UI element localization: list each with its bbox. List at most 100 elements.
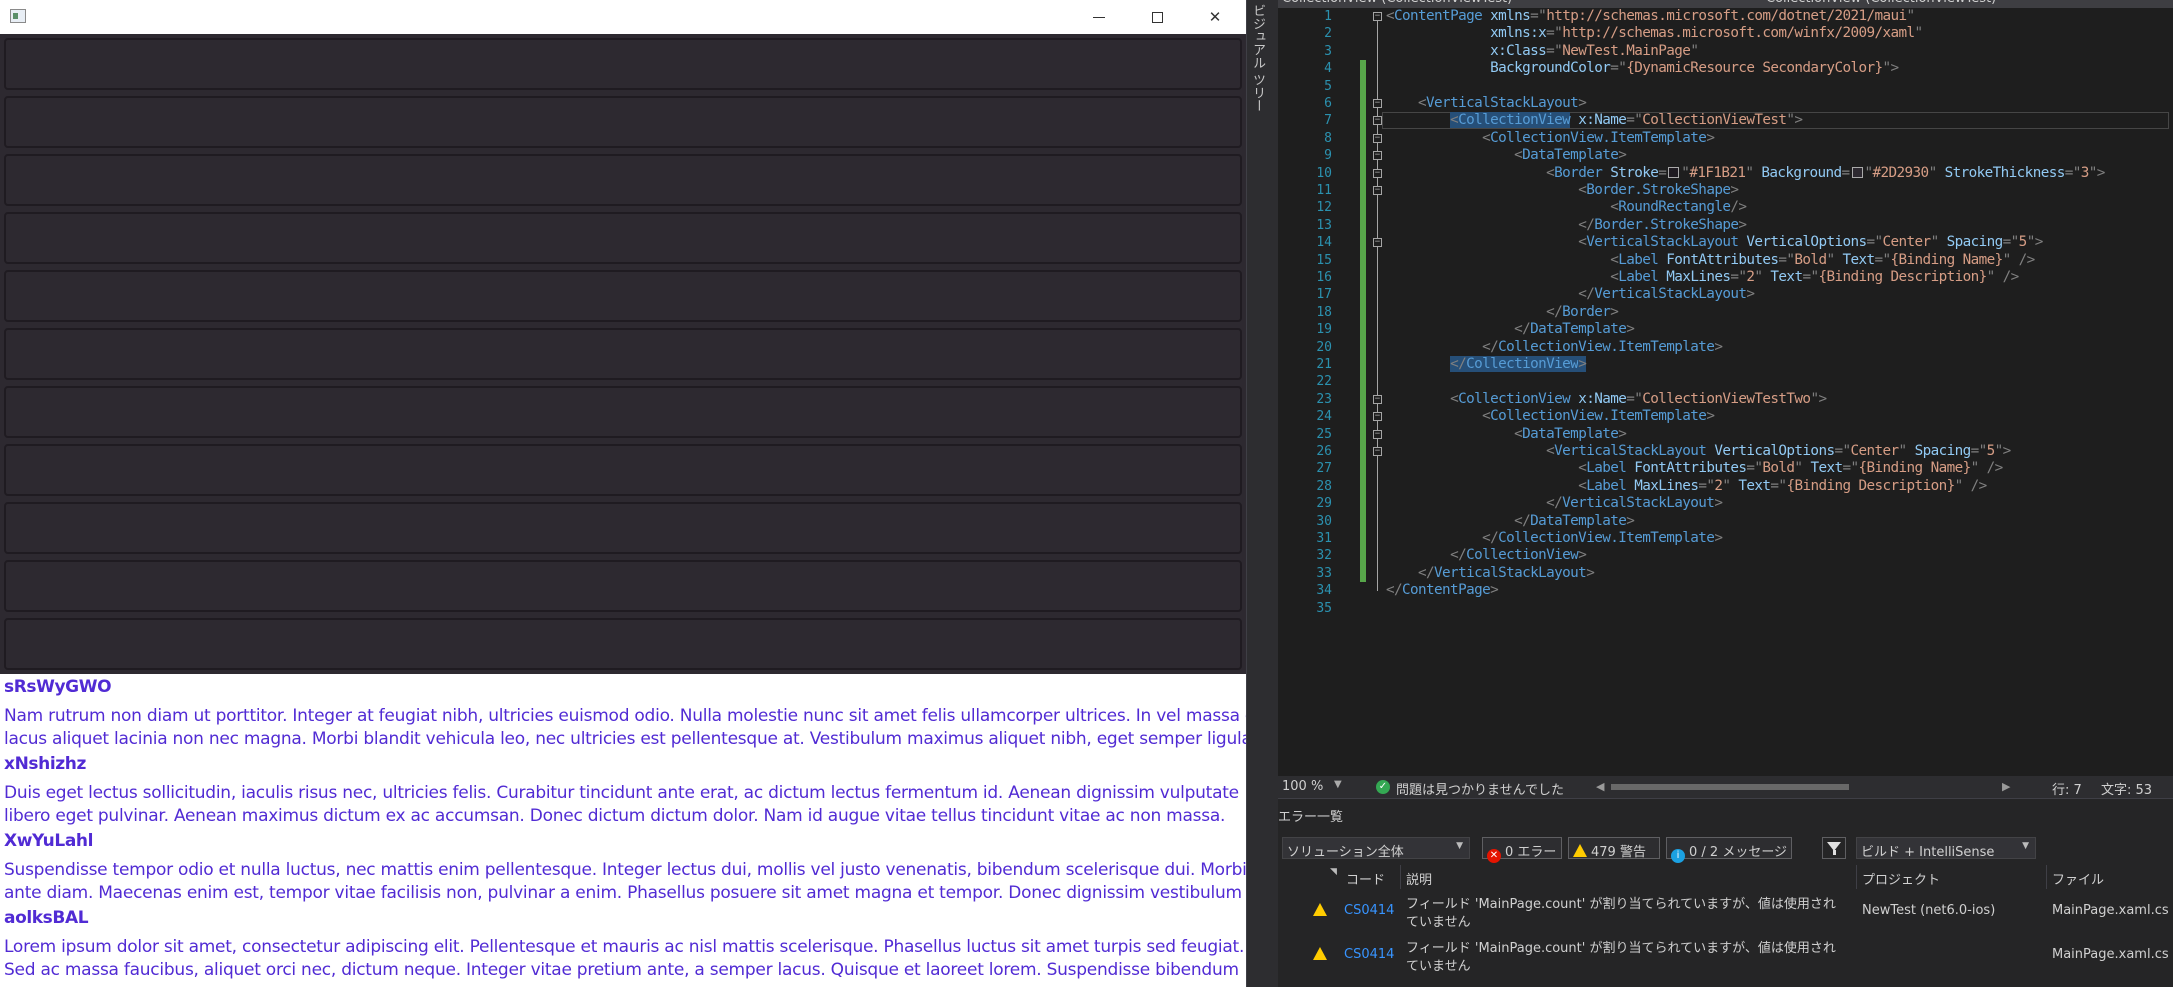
build-intellisense-dropdown[interactable]: ビルド + IntelliSense ▼ bbox=[1856, 837, 2036, 860]
code-line[interactable]: 13 </Border.StrokeShape> bbox=[1278, 217, 2173, 234]
collapse-icon[interactable]: − bbox=[1373, 447, 1382, 456]
maximize-button[interactable] bbox=[1128, 0, 1186, 34]
code-line[interactable]: 6 − <VerticalStackLayout> bbox=[1278, 95, 2173, 112]
error-code-link[interactable]: CS0414 bbox=[1344, 903, 1394, 918]
code-line[interactable]: 2 xmlns:x="http://schemas.microsoft.com/… bbox=[1278, 25, 2173, 42]
code-line[interactable]: 4 BackgroundColor="{DynamicResource Seco… bbox=[1278, 60, 2173, 77]
table-row[interactable]: CS0414 フィールド 'MainPage.count' が割り当てられていま… bbox=[1278, 895, 2173, 939]
collection-item-card[interactable] bbox=[4, 502, 1242, 554]
color-swatch-icon[interactable] bbox=[1668, 167, 1680, 179]
minimize-button[interactable] bbox=[1070, 0, 1128, 34]
item-name-label: xNshizhz bbox=[4, 754, 86, 774]
collection-item-card[interactable] bbox=[4, 212, 1242, 264]
collapse-icon[interactable]: − bbox=[1373, 151, 1382, 161]
collapse-icon[interactable]: − bbox=[1373, 394, 1382, 404]
collection-item-card[interactable] bbox=[4, 444, 1242, 496]
code-line[interactable]: 1 − <ContentPage xmlns="http://schemas.mic… bbox=[1278, 8, 2173, 25]
code-line[interactable]: 3 x:Class="NewTest.MainPage" bbox=[1278, 43, 2173, 60]
collapse-icon[interactable]: − bbox=[1373, 116, 1382, 126]
code-line[interactable]: 28 <Label MaxLines="2" Text="{Binding De… bbox=[1278, 478, 2173, 495]
error-description: フィールド 'MainPage.count' が割り当てられていますが、値は使用… bbox=[1406, 897, 1836, 930]
collapse-icon[interactable]: − bbox=[1373, 168, 1382, 178]
xaml-code-editor[interactable]: 1− <ContentPage xmlns="http://schemas.mic… bbox=[1278, 8, 2173, 776]
collection-view-test[interactable] bbox=[0, 34, 1246, 674]
column-file[interactable]: ファイル bbox=[2052, 869, 2104, 888]
code-line[interactable]: 20 </CollectionView.ItemTemplate> bbox=[1278, 339, 2173, 356]
code-line[interactable]: 32 </CollectionView> bbox=[1278, 547, 2173, 564]
code-line[interactable]: 12 <RoundRectangle/> bbox=[1278, 199, 2173, 216]
code-line[interactable]: 11 − <Border.StrokeShape> bbox=[1278, 182, 2173, 199]
zoom-dropdown-icon[interactable]: ▼ bbox=[1334, 779, 1342, 790]
collection-item-card[interactable] bbox=[4, 270, 1242, 322]
list-item[interactable]: XwYuLahl Suspendisse tempor odio et nulla… bbox=[0, 830, 1246, 905]
code-line[interactable]: 31 </CollectionView.ItemTemplate> bbox=[1278, 530, 2173, 547]
sort-icon[interactable]: ◥ bbox=[1330, 867, 1337, 877]
code-line[interactable]: 34 </ContentPage> bbox=[1278, 582, 2173, 599]
code-line[interactable]: 19 </DataTemplate> bbox=[1278, 321, 2173, 338]
column-divider[interactable] bbox=[1856, 865, 1857, 889]
collapse-icon[interactable]: − bbox=[1373, 186, 1382, 195]
code-line[interactable]: 25 − <DataTemplate> bbox=[1278, 426, 2173, 443]
column-divider[interactable] bbox=[2046, 865, 2047, 889]
code-line[interactable]: 17 </VerticalStackLayout> bbox=[1278, 286, 2173, 303]
code-line[interactable]: 7 − <CollectionView x:Name="CollectionVie… bbox=[1278, 112, 2173, 130]
tab-collectionview-1[interactable]: CollectionView (CollectionViewTest) bbox=[1278, 0, 1762, 8]
scroll-right-icon[interactable]: ▶ bbox=[2002, 780, 2010, 793]
code-line[interactable]: 16 <Label MaxLines="2" Text="{Binding De… bbox=[1278, 269, 2173, 286]
zoom-level[interactable]: 100 % bbox=[1282, 779, 1323, 794]
collapse-icon[interactable]: − bbox=[1373, 133, 1382, 143]
collapse-icon[interactable]: − bbox=[1373, 412, 1382, 422]
code-line[interactable]: 22 bbox=[1278, 373, 2173, 390]
collection-item-card[interactable] bbox=[4, 96, 1242, 148]
code-line[interactable]: 8 − <CollectionView.ItemTemplate> bbox=[1278, 130, 2173, 147]
collection-item-card[interactable] bbox=[4, 618, 1242, 670]
collapse-icon[interactable]: − bbox=[1373, 12, 1382, 21]
code-line[interactable]: 14 − <VerticalStackLayout VerticalOptions… bbox=[1278, 234, 2173, 251]
code-line[interactable]: 30 </DataTemplate> bbox=[1278, 513, 2173, 530]
scope-dropdown[interactable]: ソリューション全体 ▼ bbox=[1282, 837, 1470, 860]
collection-item-card[interactable] bbox=[4, 560, 1242, 612]
collection-item-card[interactable] bbox=[4, 386, 1242, 438]
color-swatch-icon[interactable] bbox=[1851, 167, 1863, 179]
collection-view-test-two[interactable]: sRsWyGWO Nam rutrum non diam ut porttitor… bbox=[0, 674, 1246, 987]
column-divider[interactable] bbox=[1400, 865, 1401, 889]
collection-item-card[interactable] bbox=[4, 154, 1242, 206]
list-item[interactable]: aolksBAL Lorem ipsum dolor sit amet, cons… bbox=[0, 907, 1246, 982]
filter-icon[interactable] bbox=[1822, 837, 1846, 859]
collapse-icon[interactable]: − bbox=[1373, 238, 1382, 248]
code-line[interactable]: 35 bbox=[1278, 600, 2173, 617]
code-line[interactable]: 18 </Border> bbox=[1278, 304, 2173, 321]
issues-status[interactable]: 問題は見つかりませんでした bbox=[1396, 779, 1564, 798]
column-description[interactable]: 説明 bbox=[1406, 869, 1432, 888]
collection-item-card[interactable] bbox=[4, 328, 1242, 380]
error-code-link[interactable]: CS0414 bbox=[1344, 947, 1394, 962]
code-line[interactable]: 5 bbox=[1278, 78, 2173, 95]
list-item[interactable]: xNshizhz Duis eget lectus sollicitudin, i… bbox=[0, 753, 1246, 828]
list-item[interactable]: sRsWyGWO Nam rutrum non diam ut porttitor… bbox=[0, 676, 1246, 751]
code-line[interactable]: 9 − <DataTemplate> bbox=[1278, 147, 2173, 164]
scroll-left-icon[interactable]: ◀ bbox=[1596, 780, 1604, 793]
horizontal-scrollbar[interactable] bbox=[1611, 784, 1849, 790]
code-line[interactable]: 29 </VerticalStackLayout> bbox=[1278, 495, 2173, 512]
code-line[interactable]: 26 − <VerticalStackLayout VerticalOptions… bbox=[1278, 443, 2173, 460]
visual-tree-side-tab[interactable]: ビジュアル ツリー bbox=[1246, 0, 1272, 987]
tab-collectionview-2[interactable]: CollectionView (CollectionViewTest) bbox=[1762, 0, 2173, 8]
close-button[interactable]: ✕ bbox=[1186, 0, 1244, 34]
code-line[interactable]: 15 <Label FontAttributes="Bold" Text="{B… bbox=[1278, 252, 2173, 269]
code-text: <Label FontAttributes="Bold" Text="{Bind… bbox=[1610, 251, 2035, 268]
code-line[interactable]: 23 − <CollectionView x:Name="CollectionVi… bbox=[1278, 391, 2173, 408]
code-line[interactable]: 27 <Label FontAttributes="Bold" Text="{B… bbox=[1278, 460, 2173, 477]
warnings-filter-button[interactable]: 479 警告 bbox=[1568, 837, 1660, 860]
collapse-icon[interactable]: − bbox=[1373, 99, 1382, 108]
code-line[interactable]: 24 − <CollectionView.ItemTemplate> bbox=[1278, 408, 2173, 425]
code-line[interactable]: 10 − <Border Stroke= "#1F1B21" Background=… bbox=[1278, 165, 2173, 182]
collapse-icon[interactable]: − bbox=[1373, 429, 1382, 439]
errors-filter-button[interactable]: ✕ 0 エラー bbox=[1482, 837, 1562, 863]
table-row[interactable]: CS0414 フィールド 'MainPage.count' が割り当てられていま… bbox=[1278, 939, 2173, 983]
code-line[interactable]: 33 </VerticalStackLayout> bbox=[1278, 565, 2173, 582]
code-line[interactable]: 21 </CollectionView> bbox=[1278, 356, 2173, 373]
column-code[interactable]: コード bbox=[1346, 869, 1385, 888]
column-project[interactable]: プロジェクト bbox=[1862, 869, 1940, 888]
collection-item-card[interactable] bbox=[4, 38, 1242, 90]
messages-filter-button[interactable]: i 0 / 2 メッセージ bbox=[1666, 837, 1792, 863]
